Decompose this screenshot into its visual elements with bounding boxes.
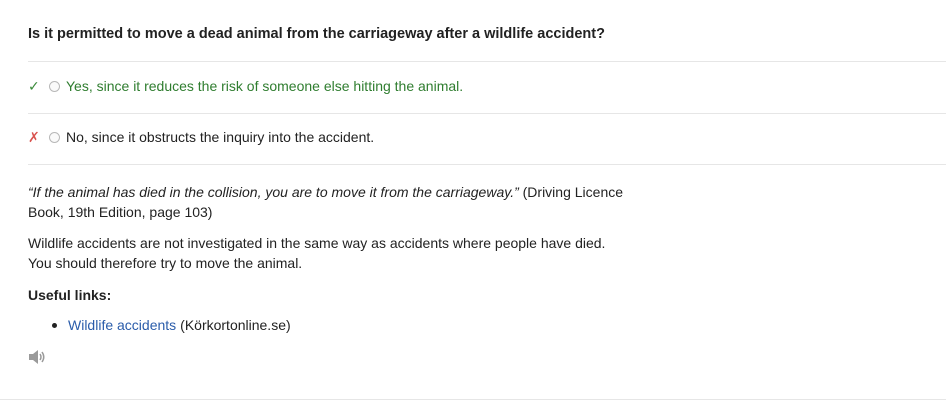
answer-label-no: No, since it obstructs the inquiry into … <box>66 129 375 145</box>
bullet-icon <box>52 322 57 328</box>
divider <box>28 164 946 165</box>
wrong-cross-icon: ✗ <box>28 128 40 145</box>
useful-link-item: Wildlife accidents (Körkortonline.se) <box>52 317 291 333</box>
useful-links-title: Useful links: <box>28 287 112 303</box>
divider <box>28 61 946 62</box>
question-text: Is it permitted to move a dead animal fr… <box>28 26 605 42</box>
explanation-paragraph: Wildlife accidents are not investigated … <box>28 235 606 271</box>
explanation-quote-block: “If the animal has died in the collision… <box>28 182 628 222</box>
link-source: (Körkortonline.se) <box>180 317 291 333</box>
answer-option-yes[interactable]: ✓ Yes, since it reduces the risk of some… <box>28 74 463 98</box>
speaker-icon[interactable] <box>28 349 46 365</box>
explanation-quote: “If the animal has died in the collision… <box>28 184 519 200</box>
correct-check-icon: ✓ <box>28 77 40 94</box>
wildlife-accidents-link[interactable]: Wildlife accidents <box>68 317 176 333</box>
answer-label-yes: Yes, since it reduces the risk of someon… <box>66 78 464 94</box>
bottom-divider <box>0 399 946 400</box>
answer-radio-no[interactable] <box>49 131 60 143</box>
answer-option-no[interactable]: ✗ No, since it obstructs the inquiry int… <box>28 125 374 149</box>
answer-radio-yes[interactable] <box>49 80 60 92</box>
divider <box>28 113 946 114</box>
